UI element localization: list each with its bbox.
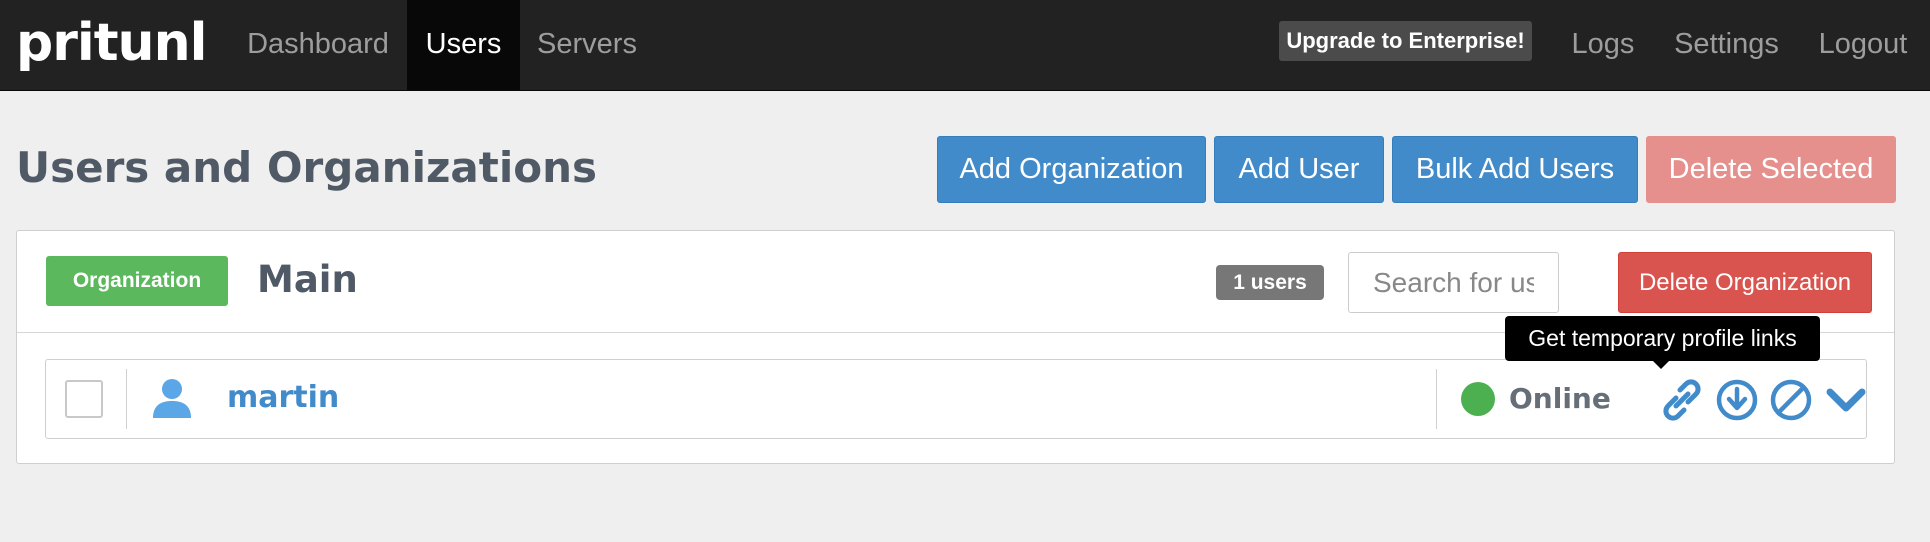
nav-dashboard[interactable]: Dashboard (234, 0, 402, 90)
user-icon (153, 379, 191, 418)
organization-name[interactable]: Main (257, 253, 358, 307)
link-icon[interactable] (1660, 378, 1704, 422)
row-divider (1436, 369, 1437, 429)
delete-selected-button[interactable]: Delete Selected (1646, 136, 1896, 203)
tooltip-arrow (1653, 361, 1669, 369)
nav-logout[interactable]: Logout (1800, 0, 1926, 90)
user-row: martin Online (45, 359, 1867, 439)
download-icon[interactable] (1715, 378, 1759, 422)
bulk-add-users-button[interactable]: Bulk Add Users (1392, 136, 1638, 203)
row-divider (126, 369, 127, 429)
upgrade-enterprise-button[interactable]: Upgrade to Enterprise! (1279, 21, 1532, 61)
nav-servers[interactable]: Servers (520, 0, 654, 90)
profile-links-tooltip: Get temporary profile links (1505, 316, 1820, 361)
online-status-icon (1461, 382, 1495, 416)
user-select-checkbox[interactable] (65, 380, 103, 418)
top-navbar: pritunl Dashboard Users Servers Upgrade … (0, 0, 1930, 91)
user-name-link[interactable]: martin (227, 374, 339, 422)
disable-icon[interactable] (1769, 378, 1813, 422)
add-user-button[interactable]: Add User (1214, 136, 1384, 203)
nav-settings[interactable]: Settings (1657, 0, 1796, 90)
nav-logs[interactable]: Logs (1554, 0, 1652, 90)
chevron-down-icon[interactable] (1824, 378, 1868, 422)
user-status: Online (1509, 382, 1611, 415)
nav-users[interactable]: Users (407, 0, 520, 90)
brand-logo[interactable]: pritunl (16, 8, 207, 78)
user-count-badge: 1 users (1216, 265, 1324, 300)
search-user-input[interactable] (1348, 252, 1559, 313)
delete-organization-button[interactable]: Delete Organization (1618, 252, 1872, 313)
page-title: Users and Organizations (16, 143, 597, 192)
add-organization-button[interactable]: Add Organization (937, 136, 1206, 203)
organization-label: Organization (46, 256, 228, 306)
